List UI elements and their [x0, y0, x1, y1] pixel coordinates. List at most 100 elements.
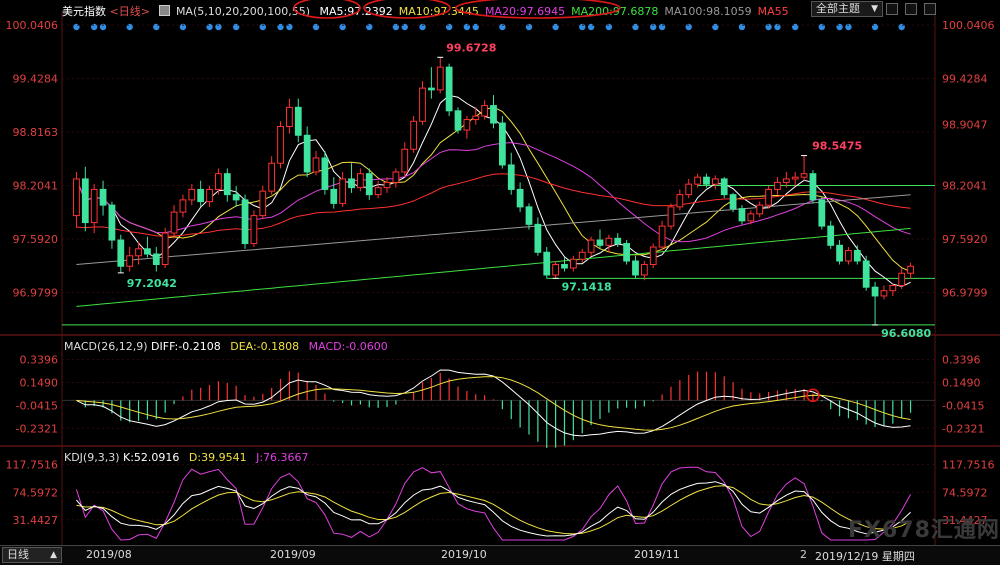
candle-body	[232, 194, 240, 201]
candle-body	[490, 105, 497, 124]
candle-body	[516, 188, 524, 208]
ma100-line	[76, 194, 911, 265]
candle-body	[907, 265, 914, 274]
candle-body	[126, 255, 134, 267]
macd-tick-left: 0.3396	[20, 354, 59, 367]
restore-icon[interactable]	[905, 3, 917, 15]
candle-body	[445, 66, 453, 112]
annotation-label: 96.6080	[881, 327, 931, 340]
candle-body	[241, 199, 249, 245]
kdj-header: KDJ(9,3,3) K:52.0916 D:39.9541 J:76.3667	[64, 451, 309, 464]
candle-body	[853, 250, 861, 262]
chevron-up-icon: ▲	[50, 550, 57, 560]
candle-body	[889, 284, 897, 292]
price-tick-left: 98.2041	[13, 180, 59, 193]
candle-body	[357, 173, 364, 189]
candle-body	[215, 173, 222, 190]
date-small-label: 2	[800, 548, 807, 561]
candle-body	[330, 188, 338, 204]
candle-body	[791, 176, 799, 180]
price-tick-left: 97.5920	[13, 233, 59, 246]
event-dot	[445, 23, 453, 31]
macd-tick-right: -0.0415	[942, 399, 984, 412]
candle-body	[587, 239, 595, 253]
ma-item-2: MA20:97.6945	[484, 5, 566, 18]
candle-body	[108, 204, 116, 241]
event-dot	[818, 23, 826, 31]
candle-body	[569, 258, 577, 269]
candle-body	[197, 188, 205, 203]
macd-dea-line	[76, 376, 911, 431]
candle-body	[161, 232, 169, 266]
candle-body	[383, 181, 391, 189]
candle-body	[277, 126, 284, 164]
candle-body	[747, 213, 755, 222]
kdj-panel	[75, 466, 912, 541]
candle-body	[552, 264, 559, 276]
macd-tick-right: 0.1490	[942, 377, 981, 390]
candle-body	[836, 244, 843, 262]
event-dot	[738, 23, 746, 31]
price-tick-right: 96.9799	[942, 286, 988, 299]
ma-item-5: MA55	[757, 5, 789, 18]
candle-body	[667, 206, 675, 227]
kdj-j: J:76.3667	[256, 451, 309, 464]
date-label-1: 2019/09	[270, 548, 316, 561]
candle-body	[498, 122, 506, 166]
ma-values: MA5:97.2392 MA10:97.3445 MA20:97.6945 MA200…	[314, 5, 789, 18]
kdj-tick-right: 74.5972	[942, 486, 988, 499]
candle-body	[179, 199, 187, 213]
candle-body	[339, 178, 347, 204]
date-label-2: 2019/10	[441, 548, 487, 561]
candle-body	[294, 106, 302, 136]
theme-select[interactable]: 全部主题 ▼	[811, 1, 883, 17]
candle-body	[543, 251, 551, 276]
candle-body	[845, 250, 852, 262]
close-icon[interactable]	[924, 3, 936, 15]
theme-select-label: 全部主题	[816, 2, 860, 15]
ma-item-3: MA200:97.6878	[571, 5, 659, 18]
macd-tick-left: -0.0415	[16, 399, 58, 412]
price-panel: 99.6728 98.5475 97.2042 97.1418 96.6080	[62, 41, 935, 340]
candle-body	[862, 260, 870, 288]
candle-body	[73, 178, 80, 217]
price-tick-left: 100.0406	[6, 19, 59, 32]
candle-body	[632, 260, 639, 276]
annotation-label: 99.6728	[446, 41, 496, 54]
candle-body	[312, 157, 320, 173]
candle-body	[623, 243, 630, 262]
candle-body	[348, 178, 355, 189]
macd-diff: DIFF:-0.2108	[151, 340, 221, 353]
ma-item-0: MA5:97.2392	[319, 5, 393, 18]
minimize-icon[interactable]	[886, 3, 898, 15]
candle-body	[800, 173, 808, 178]
chevron-down-icon: ▼	[871, 4, 878, 14]
candle-body	[818, 199, 826, 227]
macd-panel	[62, 369, 935, 448]
candle-body	[898, 272, 906, 286]
period-link[interactable]: <日线>	[110, 5, 150, 18]
candle-body	[428, 87, 435, 91]
candle-body	[774, 181, 781, 190]
candle-body	[321, 157, 329, 190]
chart-canvas: 99.6728 98.5475 97.2042 97.1418 96.6080 100.…	[0, 12, 1000, 545]
candle-body	[117, 239, 125, 267]
kdj-d-line	[76, 485, 911, 535]
ma-indicator-icon	[159, 5, 171, 16]
candle-body	[472, 115, 480, 121]
candle-body	[223, 173, 231, 196]
candle-body	[259, 190, 267, 217]
candle-body	[809, 173, 817, 201]
macd-tick-right: -0.2321	[942, 422, 984, 435]
candle-body	[765, 188, 772, 206]
candle-body	[782, 178, 790, 183]
period-button[interactable]: 日线 ▲	[2, 547, 62, 563]
candle-body	[703, 176, 710, 185]
candle-body	[578, 251, 586, 260]
kdj-k: K:52.0916	[123, 451, 180, 464]
candle-body	[90, 188, 98, 224]
candle-body	[738, 208, 746, 222]
candle-body	[614, 237, 622, 245]
candle-body	[419, 87, 426, 122]
macd-dea: DEA:-0.1808	[230, 340, 300, 353]
